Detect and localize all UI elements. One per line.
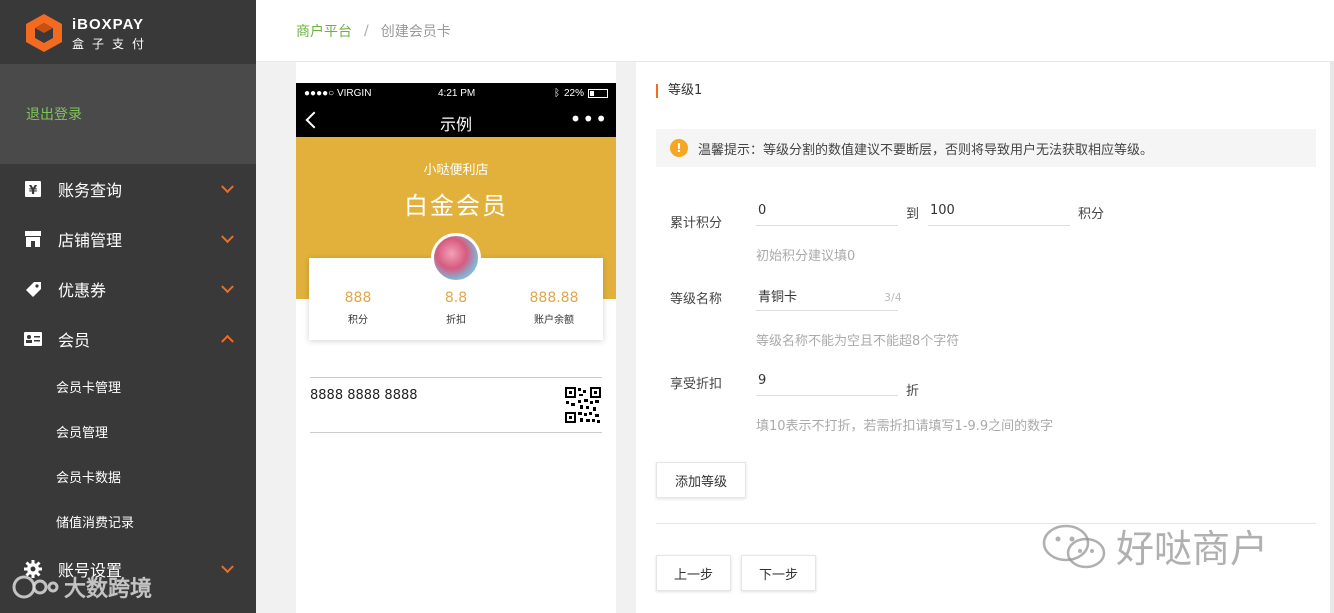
chevron-down-icon bbox=[221, 180, 234, 194]
watermark-right-text: 好哒商户 bbox=[1116, 527, 1269, 571]
discount-unit: 折 bbox=[906, 384, 920, 399]
breadcrumb-home[interactable]: 商户平台 bbox=[296, 21, 352, 41]
points-hint: 初始积分建议填0 bbox=[756, 249, 856, 264]
menu-item-label: 店铺管理 bbox=[58, 231, 123, 250]
submenu-member-management[interactable]: 会员管理 bbox=[0, 409, 256, 454]
menu-item-label: 会员 bbox=[58, 331, 91, 350]
watermark-left: 大数跨境 bbox=[10, 571, 152, 603]
notice-text: 温馨提示：等级分割的数值建议不要断层，否则将导致用户无法获取相应等级。 bbox=[698, 142, 1154, 158]
breadcrumb-current: 创建会员卡 bbox=[380, 23, 451, 40]
stat-value: 8.8 bbox=[444, 290, 468, 306]
qr-code-icon bbox=[564, 386, 602, 424]
level-name-hint: 等级名称不能为空且不能超8个字符 bbox=[756, 334, 960, 349]
brand-logo: iBOXPAY 盒子支付 bbox=[72, 16, 152, 52]
menu-item-store[interactable]: 店铺管理 bbox=[0, 214, 256, 264]
status-time: 4:21 PM bbox=[438, 88, 476, 99]
info-icon: ! bbox=[670, 139, 688, 157]
battery-indicator: ᛒ 22% bbox=[554, 88, 608, 99]
menu-item-member[interactable]: 会员 bbox=[0, 314, 256, 364]
logout-link[interactable]: 退出登录 bbox=[26, 104, 82, 124]
stat-value: 888 bbox=[344, 290, 372, 306]
level-name-label: 等级名称 bbox=[670, 292, 723, 307]
notice-banner: ! 温馨提示：等级分割的数值建议不要断层，否则将导致用户无法获取相应等级。 bbox=[656, 129, 1316, 167]
discount-label: 享受折扣 bbox=[670, 377, 723, 392]
chevron-down-icon bbox=[221, 280, 234, 294]
chevron-down-icon bbox=[221, 230, 234, 244]
stat-label: 账户余额 bbox=[534, 315, 574, 326]
bluetooth-icon: ᛒ bbox=[553, 88, 560, 99]
menu-item-label: 优惠券 bbox=[58, 281, 107, 300]
card-number-row: 8888 8888 8888 bbox=[310, 377, 602, 433]
submenu-card-data[interactable]: 会员卡数据 bbox=[0, 454, 256, 499]
more-icon[interactable]: ••• bbox=[570, 107, 608, 131]
logo-icon bbox=[26, 14, 62, 52]
card-number: 8888 8888 8888 bbox=[310, 388, 418, 403]
prev-step-button[interactable]: 上一步 bbox=[656, 555, 731, 591]
stat-points: 888 积分 bbox=[309, 290, 407, 340]
submenu-stored-value-records[interactable]: 储值消费记录 bbox=[0, 499, 256, 544]
svg-text:¥: ¥ bbox=[29, 183, 38, 197]
submenu-card-management[interactable]: 会员卡管理 bbox=[0, 364, 256, 409]
battery-icon bbox=[588, 89, 608, 98]
discount-input[interactable] bbox=[756, 366, 898, 396]
points-to-input[interactable] bbox=[928, 196, 1070, 226]
watermark-right: 好哒商户 bbox=[1040, 518, 1268, 573]
discount-hint: 填10表示不打折，若需折扣请填写1-9.9之间的数字 bbox=[756, 419, 1054, 434]
logout-area: 退出登录 bbox=[0, 64, 256, 164]
store-icon bbox=[24, 230, 42, 248]
points-from-input[interactable] bbox=[756, 196, 898, 226]
stat-value: 888.88 bbox=[529, 290, 579, 306]
sidebar: iBOXPAY 盒子支付 退出登录 ¥ 账务查询 店铺管理 优惠券 会员 会员卡… bbox=[0, 0, 256, 613]
level-name-counter: 3/4 bbox=[884, 291, 902, 304]
breadcrumb: 商户平台 / 创建会员卡 bbox=[256, 0, 1334, 62]
brand-name-en: iBOXPAY bbox=[72, 16, 145, 33]
breadcrumb-separator: / bbox=[364, 22, 369, 39]
yen-icon: ¥ bbox=[24, 180, 42, 198]
phone-nav-bar: 示例 ••• bbox=[296, 105, 616, 137]
points-unit: 积分 bbox=[1078, 207, 1105, 222]
level-name-input[interactable] bbox=[756, 281, 898, 311]
battery-percent: 22% bbox=[563, 88, 584, 99]
points-label: 累计积分 bbox=[670, 216, 723, 231]
level-title: 等级1 bbox=[656, 84, 702, 98]
stat-balance: 888.88 账户余额 bbox=[505, 290, 603, 340]
stat-discount: 8.8 折扣 bbox=[407, 290, 505, 340]
chevron-down-icon bbox=[221, 560, 234, 574]
watermark-logo-icon bbox=[12, 575, 59, 599]
chevron-up-icon bbox=[221, 334, 234, 348]
menu-item-label: 账务查询 bbox=[58, 181, 123, 200]
points-to-text: 到 bbox=[906, 207, 920, 222]
phone-status-bar: ●●●●○ VIRGIN 4:21 PM ᛒ 22% bbox=[296, 83, 616, 105]
stat-label: 积分 bbox=[348, 315, 368, 326]
card-preview: ●●●●○ VIRGIN 4:21 PM ᛒ 22% 示例 ••• 小哒便利店 … bbox=[296, 62, 616, 613]
member-card-icon bbox=[24, 330, 42, 348]
menu-item-accounting[interactable]: ¥ 账务查询 bbox=[0, 164, 256, 214]
next-step-button[interactable]: 下一步 bbox=[741, 555, 816, 591]
logo-area: iBOXPAY 盒子支付 bbox=[0, 0, 256, 64]
stat-label: 折扣 bbox=[446, 315, 466, 326]
wechat-icon bbox=[1042, 524, 1106, 568]
member-level-name: 白金会员 bbox=[404, 192, 508, 220]
brand-name-cn: 盒子支付 bbox=[72, 37, 153, 51]
store-name: 小哒便利店 bbox=[423, 163, 489, 178]
store-avatar bbox=[431, 233, 481, 283]
phone-nav-title: 示例 bbox=[439, 115, 472, 134]
scrollbar[interactable] bbox=[1330, 62, 1334, 613]
menu-item-coupon[interactable]: 优惠券 bbox=[0, 264, 256, 314]
carrier-label: ●●●●○ VIRGIN bbox=[304, 88, 372, 99]
add-level-button[interactable]: 添加等级 bbox=[656, 462, 746, 498]
watermark-left-text: 大数跨境 bbox=[64, 577, 153, 602]
coupon-icon bbox=[24, 280, 42, 298]
